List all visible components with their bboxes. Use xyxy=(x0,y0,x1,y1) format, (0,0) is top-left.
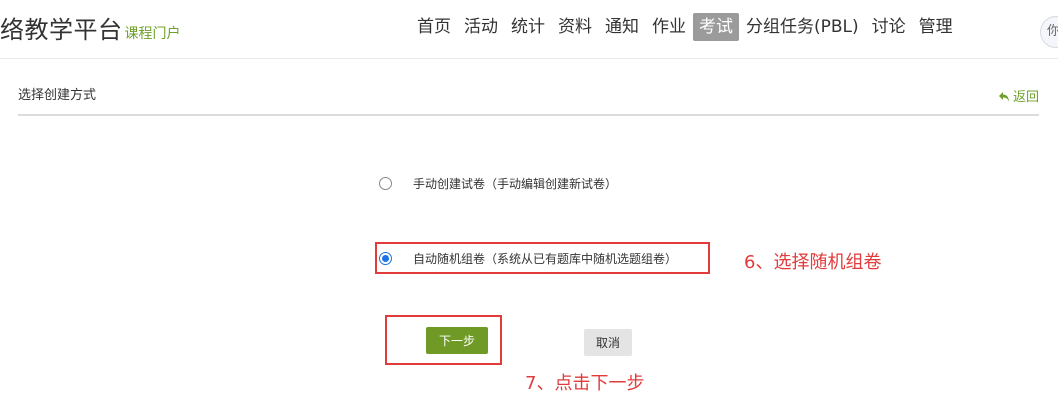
annotation-box-next xyxy=(385,315,502,365)
back-link[interactable]: 返回 xyxy=(998,86,1039,105)
brand-title: 络教学平台 xyxy=(0,16,123,44)
annotation-box-random xyxy=(375,242,710,274)
nav-notice[interactable]: 通知 xyxy=(599,13,645,41)
nav-manage[interactable]: 管理 xyxy=(913,13,959,41)
back-arrow-icon xyxy=(998,90,1013,105)
nav-discussion[interactable]: 讨论 xyxy=(866,13,912,41)
nav-home[interactable]: 首页 xyxy=(411,13,457,41)
annotation-step6: 6、选择随机组卷 xyxy=(744,252,882,273)
nav-resources[interactable]: 资料 xyxy=(552,13,598,41)
option-manual-label: 手动创建试卷（手动编辑创建新试卷） xyxy=(413,177,618,191)
brand[interactable]: 络教学平台 课程门户 xyxy=(0,10,181,45)
main-nav: 首页 活动 统计 资料 通知 作业 考试 分组任务(PBL) 讨论 管理 xyxy=(411,13,960,41)
nav-activity[interactable]: 活动 xyxy=(458,13,504,41)
annotation-step7: 7、点击下一步 xyxy=(525,373,645,394)
avatar[interactable]: 你 xyxy=(1040,16,1058,48)
cancel-button[interactable]: 取消 xyxy=(584,329,632,356)
nav-exam[interactable]: 考试 xyxy=(693,13,739,41)
option-manual[interactable]: 手动创建试卷（手动编辑创建新试卷） xyxy=(379,175,617,192)
brand-subtitle[interactable]: 课程门户 xyxy=(125,26,181,42)
radio-manual[interactable] xyxy=(379,177,392,190)
nav-stats[interactable]: 统计 xyxy=(505,13,551,41)
nav-homework[interactable]: 作业 xyxy=(646,13,692,41)
back-label: 返回 xyxy=(1012,90,1039,105)
section-header: 选择创建方式 返回 xyxy=(18,84,1039,116)
nav-group-task[interactable]: 分组任务(PBL) xyxy=(740,13,865,41)
page-title: 选择创建方式 xyxy=(18,88,97,103)
top-header: 络教学平台 课程门户 首页 活动 统计 资料 通知 作业 考试 分组任务(PBL)… xyxy=(0,0,1058,59)
